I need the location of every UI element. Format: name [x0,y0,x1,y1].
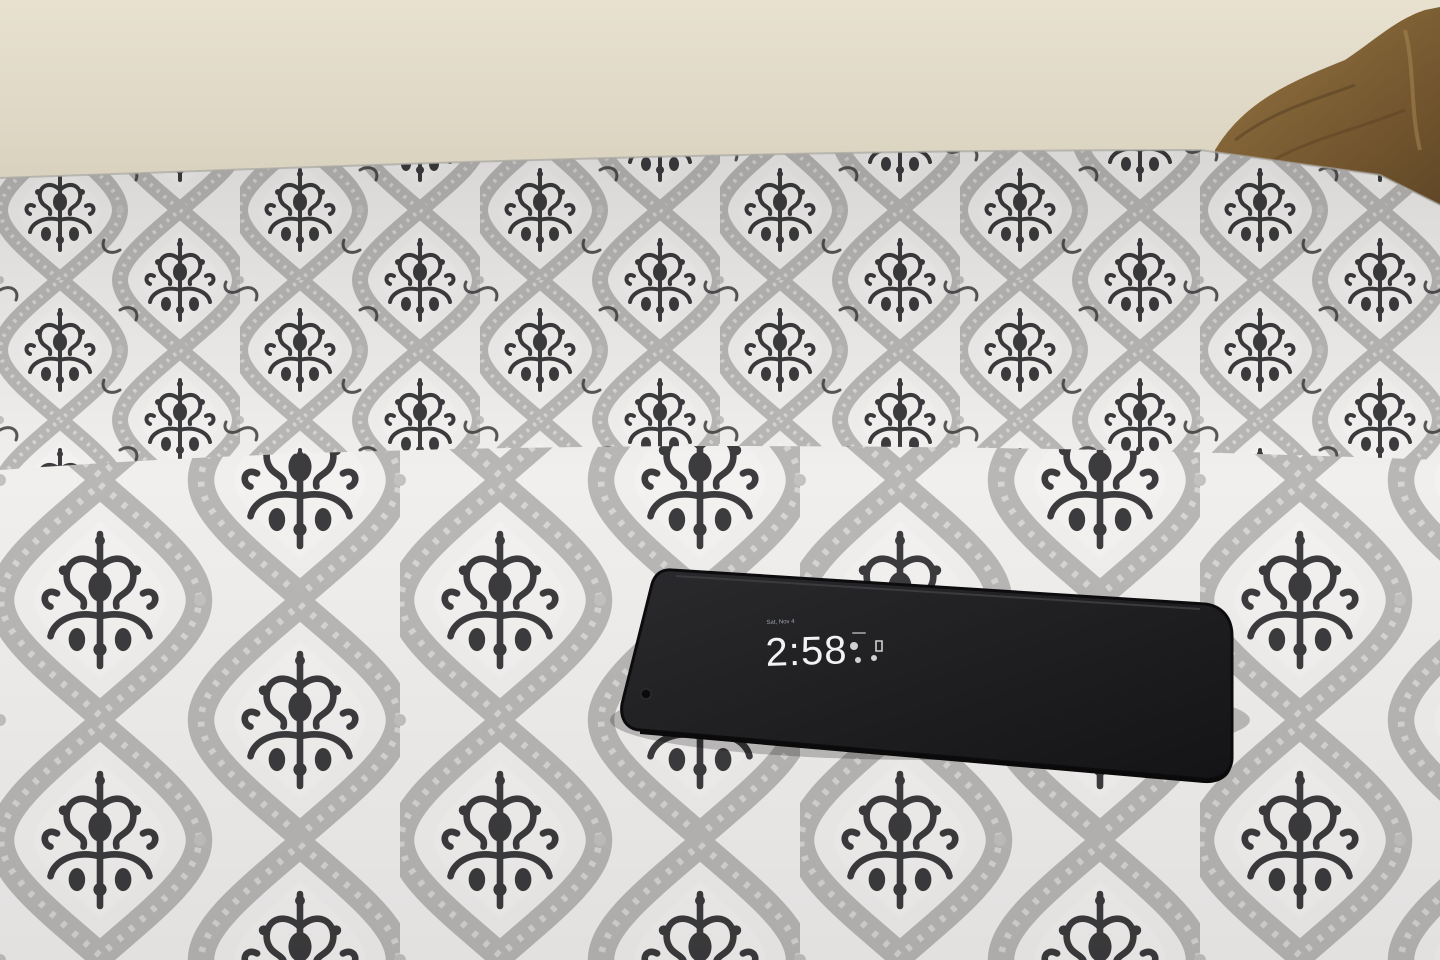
photo-scene: 2:58 Sat, Nov 4 [0,0,1440,960]
bedspread [0,148,1440,960]
